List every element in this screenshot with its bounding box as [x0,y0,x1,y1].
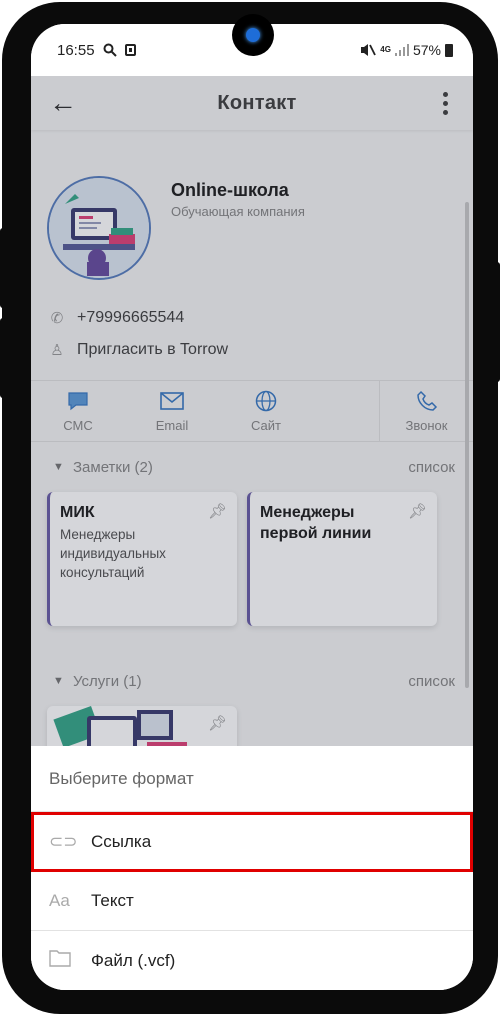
dim-overlay[interactable] [31,76,473,746]
format-bottom-sheet: Выберите формат ⊂⊃ Ссылка Aa Текст Файл … [31,746,473,990]
screen: 16:55 4G 57% ← Контакт Online-школа Обуч… [31,24,473,990]
option-text-label: Текст [91,891,134,910]
option-link[interactable]: ⊂⊃ Ссылка [31,812,473,872]
signal-icon [394,44,409,56]
text-format-icon: Aa [49,891,70,910]
option-text[interactable]: Aa Текст [31,872,473,931]
status-time: 16:55 [57,41,95,59]
battery-percent: 57% [412,42,441,58]
option-link-label: Ссылка [91,831,152,851]
option-file-label: Файл (.vcf) [91,950,176,970]
network-type: 4G [380,45,391,54]
search-icon [103,43,117,57]
mute-icon [361,44,377,56]
option-file[interactable]: Файл (.vcf) [31,931,473,990]
link-icon: ⊂⊃ [49,831,78,851]
sheet-title: Выберите формат [31,746,473,812]
power-button-left [0,318,10,398]
side-button-right [490,262,500,382]
volume-button [0,228,10,308]
notification-icon [124,44,136,56]
front-camera [232,14,274,56]
folder-icon [49,949,91,972]
battery-icon [445,43,453,57]
